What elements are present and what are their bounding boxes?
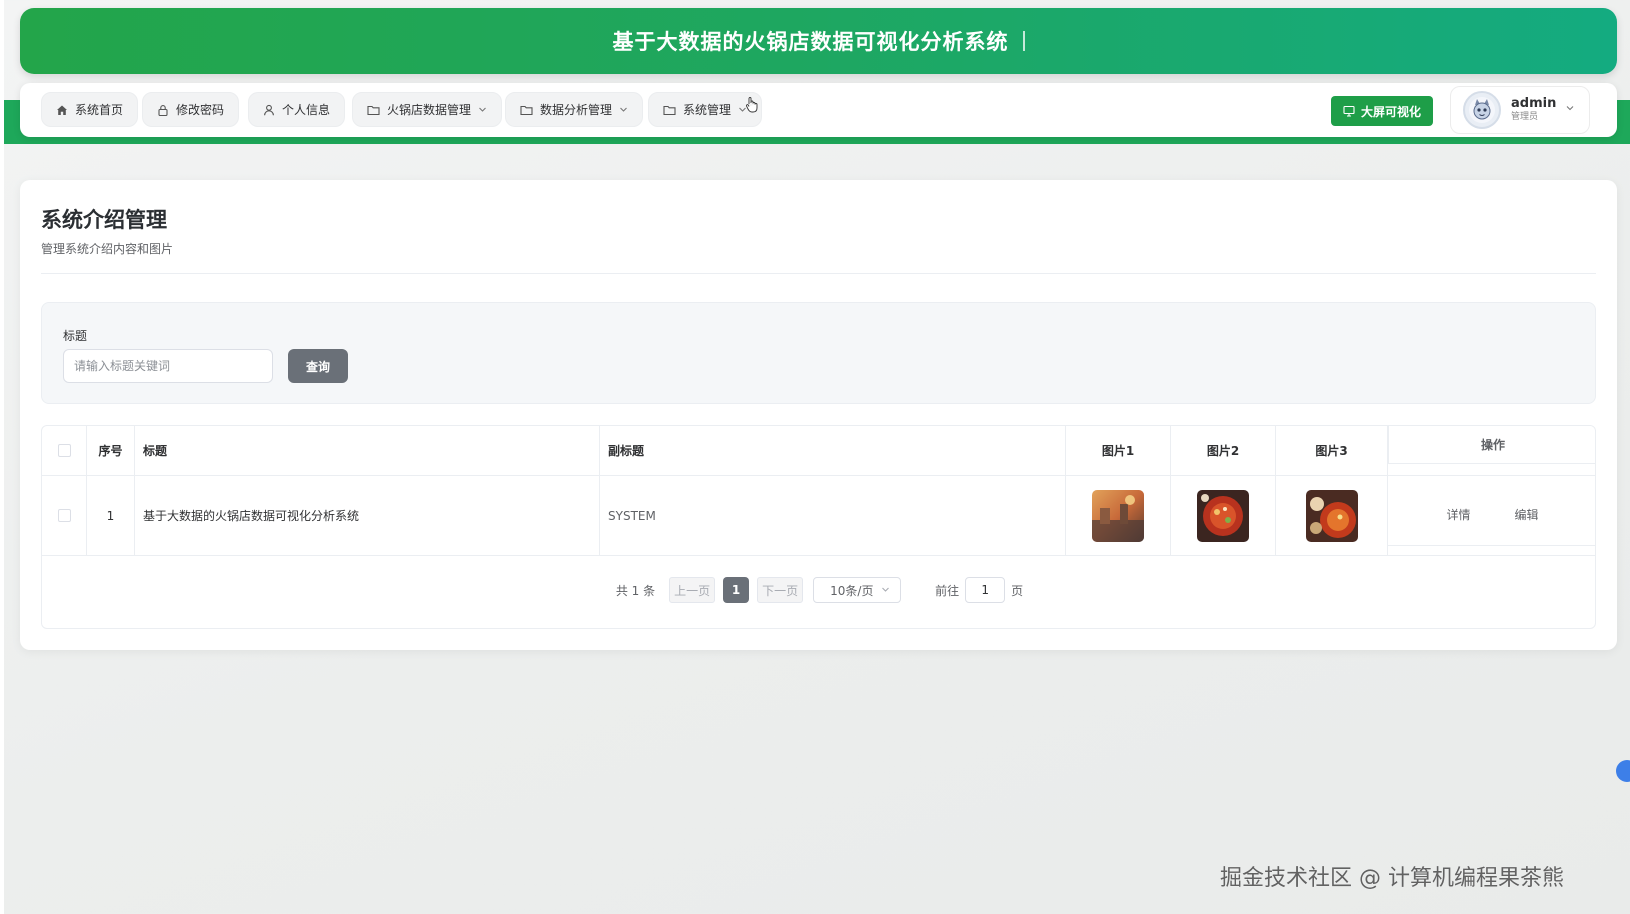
edit-link[interactable]: 编辑: [1515, 506, 1539, 523]
nav-item-label: 系统首页: [75, 103, 124, 117]
row-title: 基于大数据的火锅店数据可视化分析系统: [135, 476, 600, 555]
row-actions: 详情 编辑: [1388, 484, 1595, 546]
row-image1-cell: [1066, 476, 1171, 555]
home-icon: [56, 104, 68, 116]
goto-label: 前往: [935, 583, 960, 598]
prev-page-button[interactable]: 上一页: [669, 577, 716, 603]
lock-icon: [157, 104, 169, 116]
nav-item-data-analysis[interactable]: 数据分析管理: [505, 92, 644, 127]
watermark: 掘金技术社区 @ 计算机编程果茶熊: [1220, 866, 1564, 891]
nav-item-label: 修改密码: [176, 103, 225, 117]
column-header-actions: 操作: [1388, 426, 1595, 464]
folder-icon: [367, 104, 380, 116]
goto-page-input[interactable]: [965, 577, 1006, 603]
big-screen-visualization-button[interactable]: 大屏可视化: [1331, 96, 1433, 126]
image2-thumbnail[interactable]: [1197, 489, 1249, 542]
row-image2-cell: [1171, 476, 1276, 555]
folder-icon: [663, 104, 676, 116]
user-icon: [263, 104, 275, 116]
folder-icon: [520, 104, 533, 116]
column-header-subtitle: 副标题: [600, 426, 1066, 475]
content-card: 系统介绍管理 管理系统介绍内容和图片 标题 查询 序号 标题 副标题 图片1 图…: [20, 180, 1617, 650]
row-checkbox[interactable]: [57, 509, 71, 522]
data-table: 序号 标题 副标题 图片1 图片2 图片3 操作 1 基于大数据的火锅店数据可视…: [41, 425, 1596, 629]
title-search-input[interactable]: [63, 349, 273, 383]
nav-item-hotpot-data[interactable]: 火锅店数据管理: [352, 92, 503, 127]
user-name: admin: [1511, 95, 1557, 111]
divider: [41, 273, 1596, 274]
page-size-value: 10条/页: [830, 583, 874, 598]
table-header: 序号 标题 副标题 图片1 图片2 图片3 操作: [42, 426, 1595, 476]
column-header-image3: 图片3: [1276, 426, 1388, 475]
query-button[interactable]: 查询: [288, 349, 348, 383]
next-page-button[interactable]: 下一页: [757, 577, 804, 603]
column-header-title: 标题: [135, 426, 600, 475]
floating-button[interactable]: [1616, 760, 1630, 782]
chevron-down-icon: [478, 105, 487, 114]
chevron-down-icon: [619, 105, 628, 114]
avatar: [1463, 91, 1501, 129]
pagination: 共 1 条 上一页 1 下一页 10条/页 前往 页: [42, 576, 1595, 604]
header-select-all[interactable]: [42, 426, 87, 475]
nav-item-profile[interactable]: 个人信息: [248, 92, 346, 127]
row-index: 1: [87, 476, 135, 555]
search-label: 标题: [63, 329, 88, 343]
detail-link[interactable]: 详情: [1446, 506, 1470, 523]
chevron-down-icon: [881, 583, 890, 597]
nav-item-label: 个人信息: [282, 103, 331, 117]
search-panel: 标题 查询: [41, 302, 1596, 404]
column-header-image1: 图片1: [1066, 426, 1171, 475]
page-number-current[interactable]: 1: [723, 577, 750, 603]
table-row: 1 基于大数据的火锅店数据可视化分析系统 SYSTEM 详情 编辑: [42, 476, 1595, 556]
app-title-bar: 基于大数据的火锅店数据可视化分析系统: [20, 8, 1617, 74]
page-size-select[interactable]: 10条/页: [813, 577, 902, 603]
hand-cursor-icon: [746, 97, 758, 113]
chevron-down-icon: [1565, 103, 1575, 113]
image3-thumbnail[interactable]: [1305, 489, 1358, 542]
user-role: 管理员: [1511, 112, 1539, 123]
title-caret: [1022, 31, 1025, 51]
big-screen-label: 大屏可视化: [1360, 104, 1421, 119]
row-image3-cell: [1276, 476, 1388, 555]
nav-item-label: 火锅店数据管理: [387, 103, 472, 117]
total-count: 共 1 条: [615, 583, 656, 598]
page-suffix: 页: [1011, 583, 1024, 598]
column-header-image2: 图片2: [1171, 426, 1276, 475]
app-title: 基于大数据的火锅店数据可视化分析系统: [612, 30, 1009, 54]
page-title: 系统介绍管理: [41, 208, 167, 232]
select-all-checkbox[interactable]: [57, 444, 71, 457]
nav-item-label: 系统管理: [683, 103, 732, 117]
column-header-index: 序号: [87, 426, 135, 475]
monitor-icon: [1343, 105, 1355, 117]
image1-thumbnail[interactable]: [1092, 489, 1144, 542]
nav-item-change-password[interactable]: 修改密码: [142, 92, 240, 127]
row-subtitle: SYSTEM: [600, 476, 1066, 555]
row-select[interactable]: [42, 476, 87, 555]
page-subtitle: 管理系统介绍内容和图片: [41, 242, 174, 256]
nav-item-home[interactable]: 系统首页: [41, 92, 139, 127]
avatar-character-icon: [1469, 97, 1495, 123]
user-menu[interactable]: admin 管理员: [1450, 86, 1590, 134]
nav-item-label: 数据分析管理: [540, 103, 613, 117]
